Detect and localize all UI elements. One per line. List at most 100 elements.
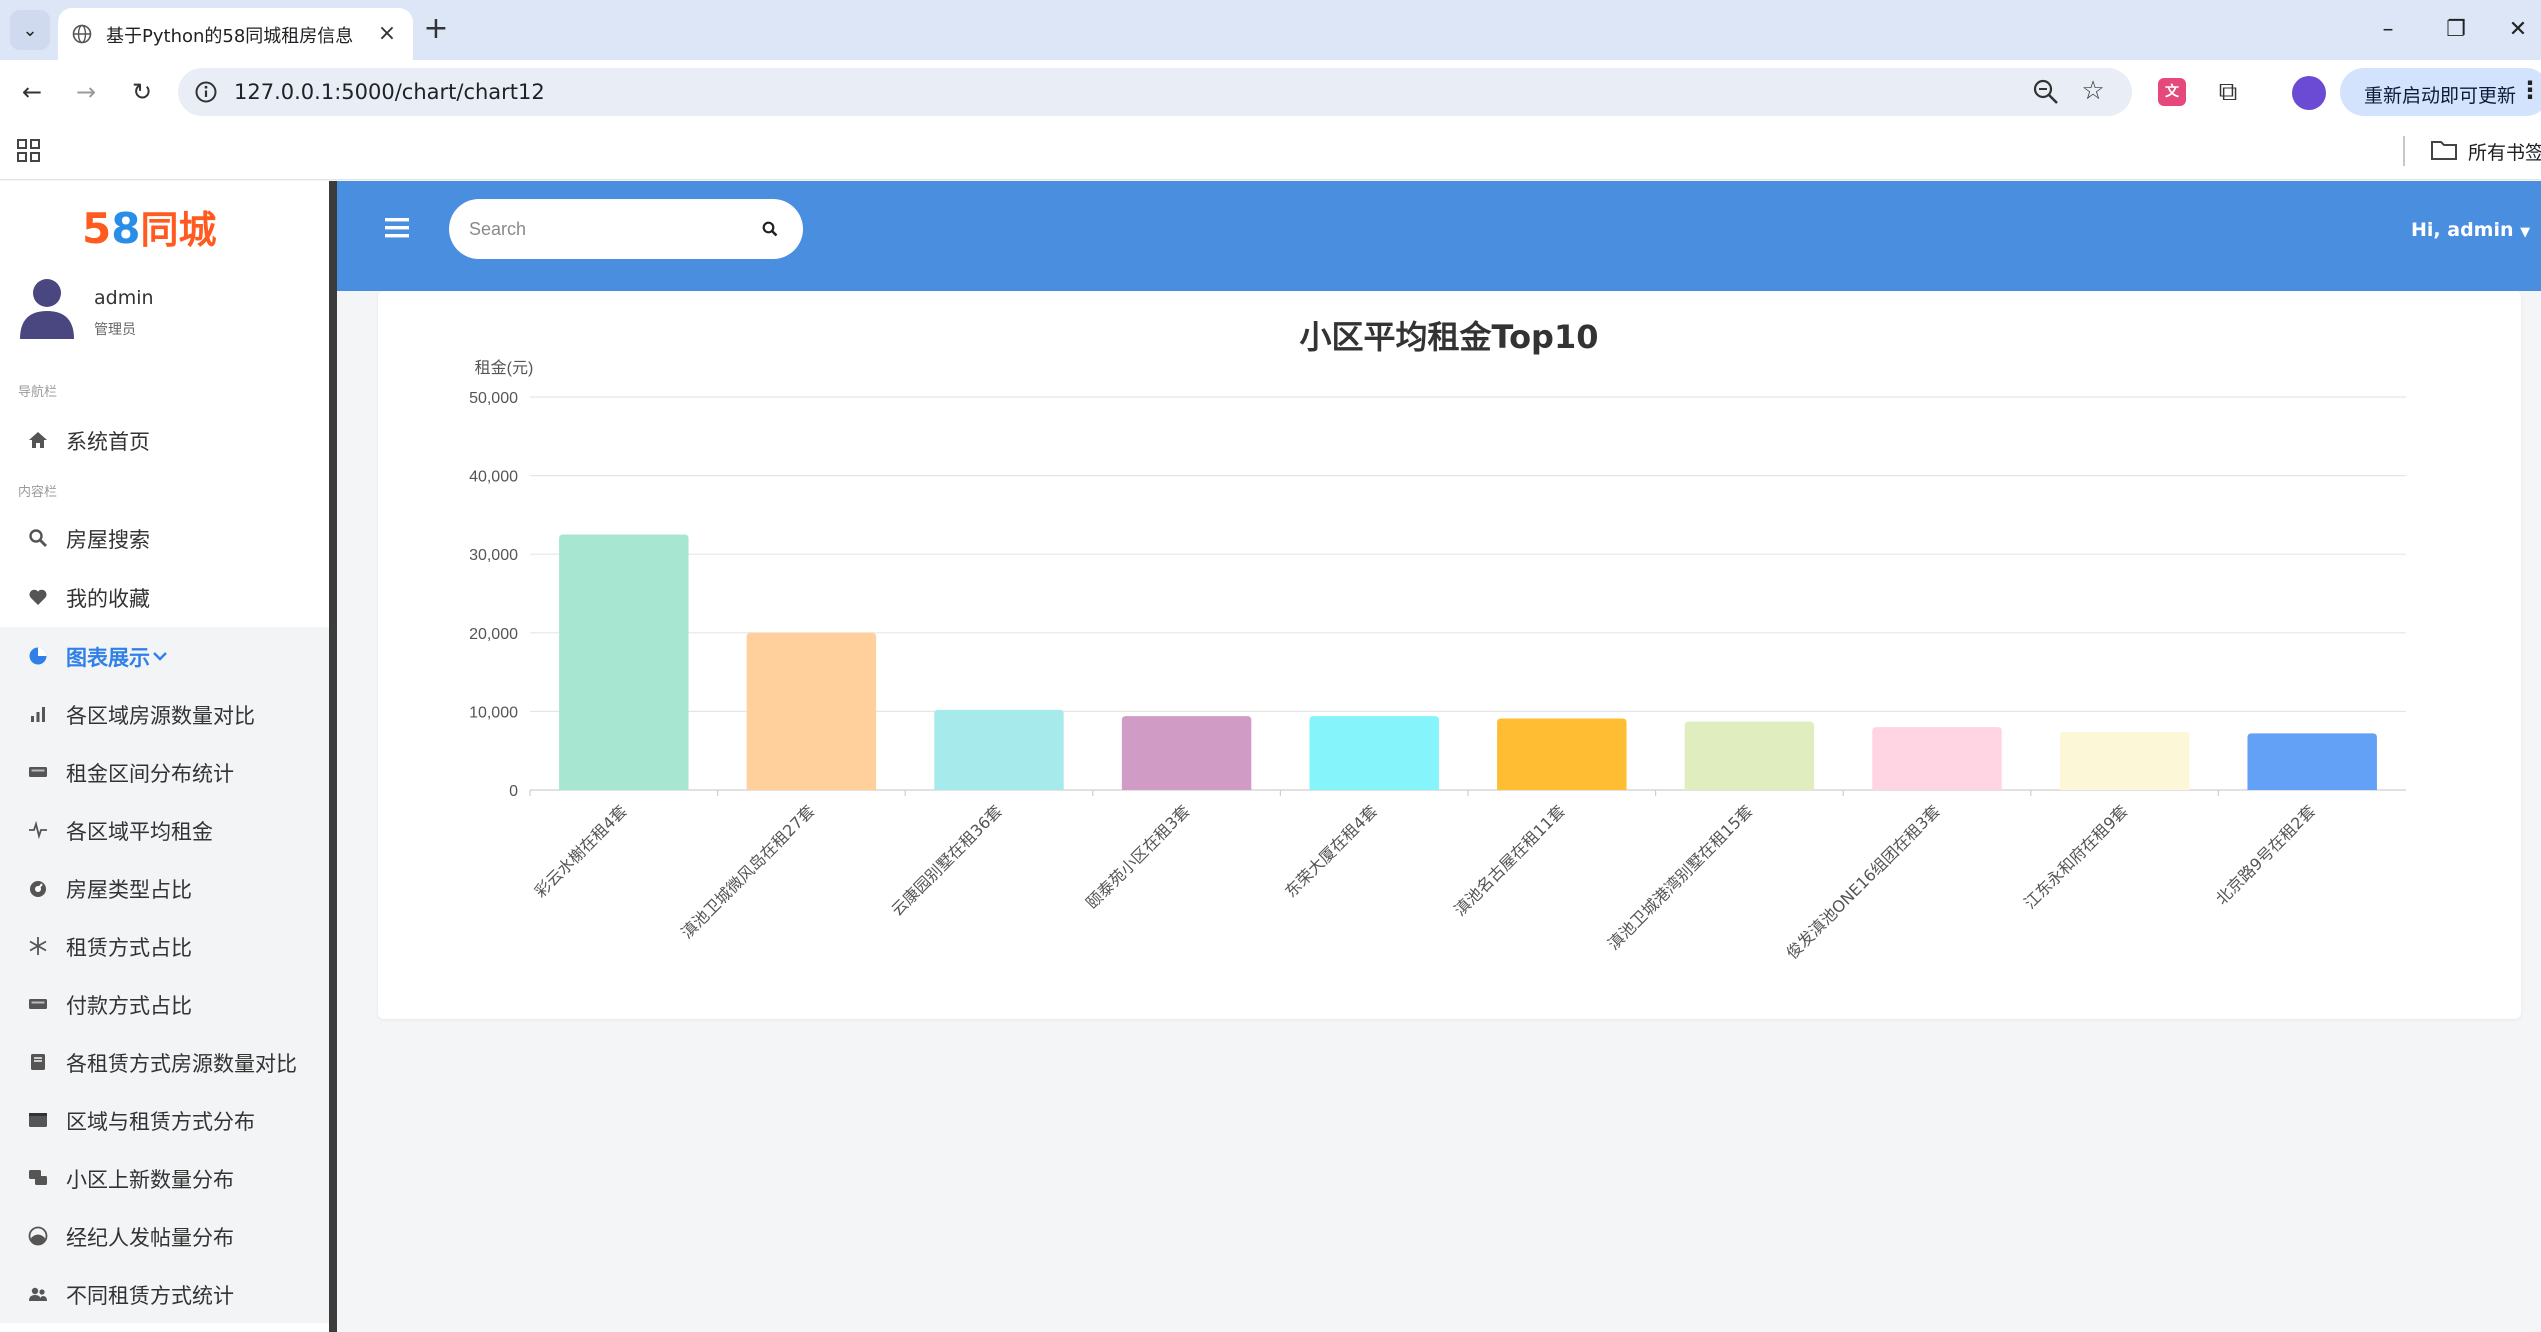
sidebar-item-house-search[interactable]: 房屋搜索 xyxy=(0,509,329,567)
sidebar-item-label: 房屋类型占比 xyxy=(66,878,192,902)
profile-avatar[interactable] xyxy=(2292,76,2326,110)
apps-grid-icon[interactable] xyxy=(16,138,42,164)
pulse-icon xyxy=(29,820,47,840)
tab-list-chevron-icon[interactable]: ⌄ xyxy=(10,10,50,50)
sidebar-item-lease-count[interactable]: 各租赁方式房源数量对比 xyxy=(0,1033,329,1091)
y-tick-label: 0 xyxy=(509,783,518,800)
search-icon[interactable] xyxy=(761,220,779,238)
comments-icon xyxy=(29,1170,47,1185)
bar-chart-icon xyxy=(31,707,45,722)
bar[interactable] xyxy=(2247,733,2377,790)
pie-chart-icon xyxy=(29,647,47,665)
sidebar-item-house-type[interactable]: 房屋类型占比 xyxy=(0,859,329,917)
restore-icon[interactable]: ❐ xyxy=(2428,10,2484,50)
reload-icon[interactable]: ↻ xyxy=(124,74,160,110)
url-text[interactable]: 127.0.0.1:5000/chart/chart12 xyxy=(234,80,545,104)
x-tick-label: 江东永和府在租9套 xyxy=(2020,801,2131,912)
minimize-icon[interactable]: – xyxy=(2360,10,2416,50)
all-bookmarks-label[interactable]: 所有书签 xyxy=(2468,138,2541,165)
sidebar-item-community-new[interactable]: 小区上新数量分布 xyxy=(0,1149,329,1207)
bookmark-star-icon[interactable]: ☆ xyxy=(2078,76,2108,106)
sidebar: 58同城 admin 管理员 导航栏 系统首页 内容栏 房屋搜索 我的收藏 图表… xyxy=(0,181,335,1332)
sidebar-item-lease-type[interactable]: 租赁方式占比 xyxy=(0,917,329,975)
sidebar-item-label: 区域与租赁方式分布 xyxy=(66,1110,255,1134)
bar[interactable] xyxy=(1309,716,1439,790)
keyboard-icon xyxy=(29,767,47,777)
x-tick-label: 滇池卫城微风岛在租27套 xyxy=(677,801,818,942)
x-tick-label: 彩云水榭在租4套 xyxy=(531,801,631,901)
x-tick-label: 云康园别墅在租36套 xyxy=(887,801,1005,919)
sidebar-item-label: 经纪人发帖量分布 xyxy=(66,1226,234,1250)
gauge-icon xyxy=(30,881,46,897)
y-tick-label: 40,000 xyxy=(469,469,518,486)
user-menu-dropdown[interactable]: Hi, admin ▼ xyxy=(2411,219,2530,241)
chart-title: 小区平均租金Top10 xyxy=(1299,318,1598,356)
bar[interactable] xyxy=(2059,731,2190,790)
x-tick-label: 滇池卫城港湾别墅在租15套 xyxy=(1604,801,1756,953)
y-tick-label: 30,000 xyxy=(469,547,518,564)
sidebar-item-agent-posts[interactable]: 经纪人发帖量分布 xyxy=(0,1207,329,1265)
info-icon[interactable] xyxy=(194,80,218,104)
address-bar[interactable]: 127.0.0.1:5000/chart/chart12 ☆ xyxy=(178,68,2132,116)
y-axis-label: 租金(元) xyxy=(475,359,534,377)
x-tick-label: 东荣大厦在租4套 xyxy=(1281,801,1381,901)
sidebar-item-region-avg-rent[interactable]: 各区域平均租金 xyxy=(0,801,329,859)
sidebar-scrollbar[interactable] xyxy=(329,181,337,1332)
bar[interactable] xyxy=(1121,716,1252,790)
user-name: admin xyxy=(94,287,154,309)
bar[interactable] xyxy=(1872,727,2002,790)
sidebar-item-label: 各区域平均租金 xyxy=(66,820,213,844)
screen: ⌄ 基于Python的58同城租房信息 × + – ❐ ✕ ← → ↻ 127.… xyxy=(0,0,2541,1332)
sidebar-item-label: 租赁方式占比 xyxy=(66,936,192,960)
sidebar-item-lease-stats[interactable]: 不同租赁方式统计 xyxy=(0,1265,329,1323)
chevron-down-icon xyxy=(153,652,167,661)
sidebar-item-home[interactable]: 系统首页 xyxy=(0,411,329,469)
bar[interactable] xyxy=(934,709,1064,790)
user-avatar-icon xyxy=(20,279,74,339)
bar-chart: 010,00020,00030,00040,00050,000彩云水榭在租4套滇… xyxy=(469,318,2406,963)
y-tick-label: 20,000 xyxy=(469,626,518,643)
chart-card: 0 10,000 20,000 30,000 40,000 50,000 彩云水榭在租4套滇… xyxy=(378,291,2521,1019)
browser-tab-active[interactable]: 基于Python的58同城租房信息 × xyxy=(58,8,413,60)
y-tick-label: 10,000 xyxy=(469,704,518,721)
sidebar-item-label: 不同租赁方式统计 xyxy=(66,1284,234,1308)
users-icon xyxy=(29,1287,47,1301)
translate-extension-icon[interactable]: 文 xyxy=(2158,78,2186,106)
sidebar-item-label: 图表展示 xyxy=(66,646,150,670)
browser-toolbar: ← → ↻ 127.0.0.1:5000/chart/chart12 ☆ 文 ⧉… xyxy=(0,60,2541,124)
back-arrow-icon[interactable]: ← xyxy=(14,74,50,110)
update-button[interactable]: 重新启动即可更新 ⋮ xyxy=(2340,68,2541,116)
search-input[interactable] xyxy=(469,213,749,245)
tab-close-icon[interactable]: × xyxy=(373,20,401,48)
sidebar-item-label: 付款方式占比 xyxy=(66,994,192,1018)
hamburger-menu-icon[interactable] xyxy=(382,215,412,241)
bar[interactable] xyxy=(1684,721,1815,790)
sidebar-item-charts[interactable]: 图表展示 xyxy=(0,627,329,685)
book-icon xyxy=(31,1054,45,1070)
sidebar-item-region-count[interactable]: 各区域房源数量对比 xyxy=(0,685,329,743)
zoom-icon[interactable] xyxy=(2032,78,2060,106)
bar[interactable] xyxy=(559,534,689,790)
y-tick-label: 50,000 xyxy=(469,390,518,407)
more-vert-icon[interactable]: ⋮ xyxy=(2518,76,2541,104)
sidebar-item-region-lease[interactable]: 区域与租赁方式分布 xyxy=(0,1091,329,1149)
puzzle-icon[interactable]: ⧉ xyxy=(2212,76,2244,108)
sidebar-item-rent-range[interactable]: 租金区间分布统计 xyxy=(0,743,329,801)
sidebar-item-favorites[interactable]: 我的收藏 xyxy=(0,568,329,626)
logo[interactable]: 58同城 xyxy=(82,199,262,253)
heart-icon xyxy=(29,589,47,605)
bar[interactable] xyxy=(1497,718,1627,790)
top-navbar: Hi, admin ▼ xyxy=(337,181,2541,291)
new-tab-plus-icon[interactable]: + xyxy=(418,12,454,48)
sidebar-item-payment-type[interactable]: 付款方式占比 xyxy=(0,975,329,1033)
folder-icon[interactable] xyxy=(2430,138,2458,162)
bar[interactable] xyxy=(746,632,877,790)
close-window-icon[interactable]: ✕ xyxy=(2490,10,2541,50)
sidebar-item-label: 各租赁方式房源数量对比 xyxy=(66,1052,297,1076)
logo-digit-5: 5 xyxy=(82,204,112,253)
sidebar-item-label: 小区上新数量分布 xyxy=(66,1168,234,1192)
sidebar-item-label: 我的收藏 xyxy=(66,587,150,611)
tab-title: 基于Python的58同城租房信息 xyxy=(106,26,354,46)
forward-arrow-icon[interactable]: → xyxy=(68,74,104,110)
window-icon xyxy=(29,1113,47,1127)
